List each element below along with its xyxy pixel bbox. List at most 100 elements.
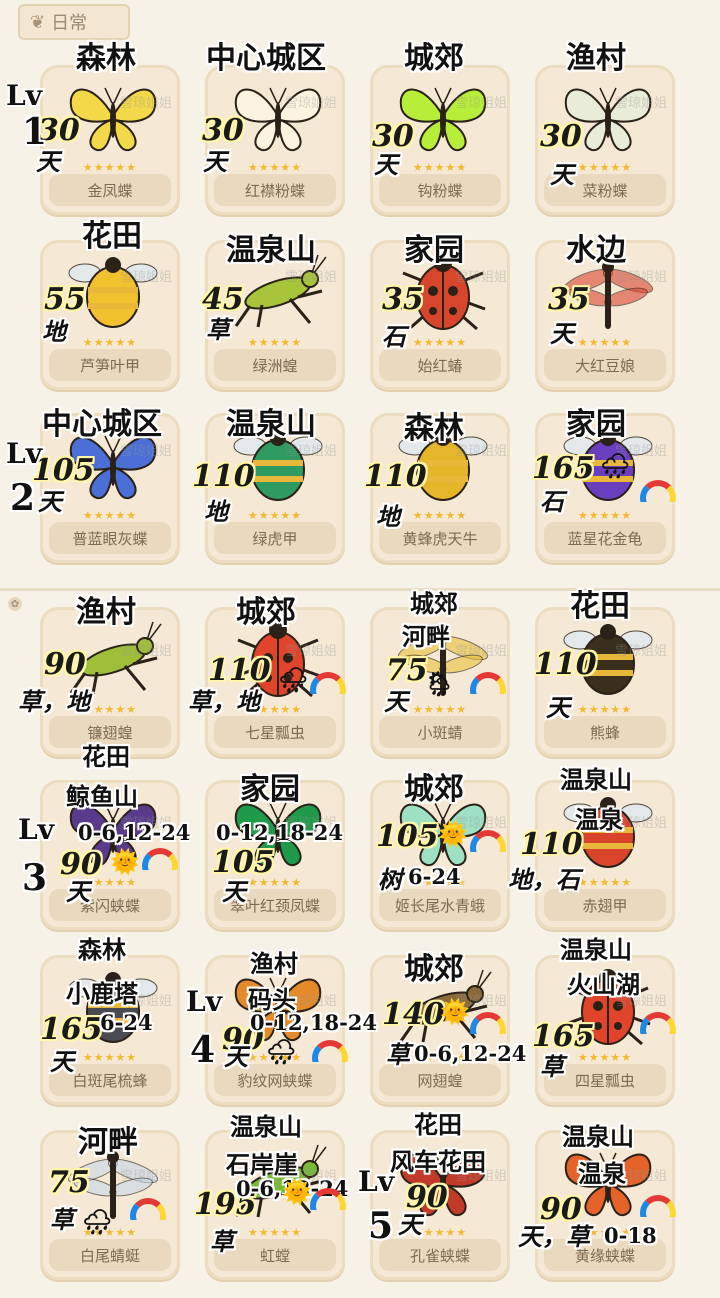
rainbow-icon: [310, 1188, 346, 1210]
sublocation-label: 鲸鱼山: [66, 782, 138, 811]
price-number: 75: [386, 653, 428, 688]
level-number: 5: [368, 1205, 394, 1247]
habitat-label: 地，石: [508, 865, 580, 894]
rainbow-icon: [470, 830, 506, 852]
habitat-label: 草: [386, 1040, 410, 1069]
location-label: 花田: [570, 589, 630, 624]
rain-icon: 🌦: [424, 669, 455, 698]
rainbow-icon: [312, 1040, 348, 1062]
habitat-label: 石: [540, 487, 564, 516]
habitat-label: 天: [66, 877, 90, 906]
location-label: 渔村: [566, 41, 626, 76]
sun-icon: 🌞: [282, 1177, 312, 1206]
level-number: 1: [22, 111, 48, 153]
location-label: 花田: [82, 742, 130, 771]
habitat-label: 地: [204, 497, 228, 526]
rainbow-icon: [130, 1198, 166, 1220]
price-number: 110: [208, 653, 271, 688]
watermark: 雪琼姐姐: [285, 270, 338, 285]
location-label: 城郊: [404, 952, 464, 987]
location-label: 河畔: [78, 1125, 138, 1160]
rain-icon: 🌧: [278, 665, 309, 694]
sublocation-label: 小鹿塔: [66, 979, 138, 1008]
habitat-label: 天: [550, 160, 574, 189]
price-number: 55: [44, 282, 86, 317]
location-label: 中心城区: [206, 41, 326, 76]
rain-icon: 🌧: [600, 451, 631, 480]
habitat-label: 草，地: [188, 687, 260, 716]
habitat-label: 天，草: [518, 1222, 590, 1251]
price-number: 165: [532, 451, 595, 486]
rain-icon: 🌧: [82, 1207, 113, 1236]
watermark: 雪琼姐姐: [455, 96, 508, 111]
habitat-label: 天: [374, 150, 398, 179]
watermark: 雪琼姐姐: [615, 96, 668, 111]
level-number: 4: [190, 1029, 216, 1071]
habitat-label: 天: [38, 487, 62, 516]
location-label: 温泉山: [562, 1122, 634, 1151]
sublocation-label: 石岸崖: [226, 1150, 298, 1179]
watermark: 雪琼姐姐: [285, 96, 338, 111]
level-number: 3: [22, 857, 48, 899]
habitat-label: 草: [210, 1227, 234, 1256]
habitat-label: 天: [384, 687, 408, 716]
location-label: 家园: [240, 772, 300, 807]
sun-icon: 🌞: [440, 997, 470, 1026]
habitat-label: 天: [50, 1047, 74, 1076]
time-range: 6-24: [408, 864, 461, 889]
habitat-label: 草: [50, 1205, 74, 1234]
location-label: 温泉山: [560, 935, 632, 964]
rainbow-icon: [640, 1195, 676, 1217]
location-label: 温泉山: [226, 407, 316, 442]
location-label: 家园: [566, 407, 626, 442]
level-label: Lv: [18, 813, 54, 846]
location-label: 温泉山: [560, 765, 632, 794]
habitat-label: 树: [378, 865, 402, 894]
price-number: 110: [520, 827, 583, 862]
watermark: 雪琼姐姐: [285, 444, 338, 459]
rainbow-icon: [640, 480, 676, 502]
level-label: Lv: [358, 1165, 394, 1198]
location-label: 渔村: [76, 595, 136, 630]
rainbow-icon: [470, 1012, 506, 1034]
price-number: 110: [534, 647, 597, 682]
level-label: Lv: [6, 79, 42, 112]
habitat-label: 天: [546, 693, 570, 722]
watermark: 雪琼姐姐: [120, 1169, 173, 1184]
annotation-layer: 雪琼姐姐 雪琼姐姐 雪琼姐姐 雪琼姐姐 雪琼姐姐 雪琼姐姐 雪琼姐姐 雪琼姐姐 雪琼姐姐 雪琼姐姐…: [0, 0, 720, 1295]
price-number: 30: [202, 113, 244, 148]
price-number: 45: [202, 282, 244, 317]
habitat-label: 天: [224, 1042, 248, 1071]
rainbow-icon: [310, 672, 346, 694]
sun-icon: 🌞: [110, 847, 140, 876]
rainbow-icon: [470, 672, 506, 694]
location-label: 中心城区: [42, 407, 162, 442]
habitat-label: 草，地: [18, 687, 90, 716]
location-label: 城郊: [410, 589, 458, 618]
time-range: 0-12,18-24: [250, 1010, 378, 1035]
time-range: 6-24: [100, 1010, 153, 1035]
location-label: 家园: [404, 233, 464, 268]
price-number: 75: [48, 1165, 90, 1200]
price-number: 35: [548, 282, 590, 317]
price-number: 90: [44, 647, 86, 682]
level-label: Lv: [6, 437, 42, 470]
habitat-label: 天: [36, 147, 60, 176]
price-number: 30: [540, 119, 582, 154]
habitat-label: 天: [550, 319, 574, 348]
location-label: 温泉山: [226, 233, 316, 268]
time-range: 0-6,12-24: [414, 1041, 527, 1066]
sublocation-label: 码头: [248, 985, 296, 1014]
watermark: 雪琼姐姐: [455, 270, 508, 285]
location-label: 花田: [82, 219, 142, 254]
watermark: 雪琼姐姐: [615, 270, 668, 285]
watermark: 雪琼姐姐: [455, 644, 508, 659]
sublocation-label: 河畔: [402, 622, 450, 651]
price-number: 110: [192, 459, 255, 494]
location-label: 城郊: [236, 595, 296, 630]
time-range: 0-18: [604, 1223, 657, 1248]
sublocation-label: 温泉: [578, 1159, 626, 1188]
location-label: 森林: [404, 411, 464, 446]
habitat-label: 天: [222, 877, 246, 906]
rainbow-icon: [640, 1012, 676, 1034]
